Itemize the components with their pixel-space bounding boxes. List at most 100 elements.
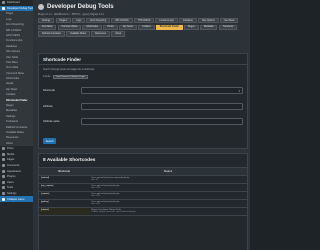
table-row: [gallery] Core: wp-includes/media.php Line…	[39, 199, 247, 208]
sidebar-item-label: Settings	[6, 114, 16, 118]
sidebar-item-label: About	[6, 141, 13, 145]
tab-wp-config[interactable]: WP-CONFIG	[111, 18, 133, 24]
dashboard-icon	[2, 1, 5, 5]
sidebar-item-label: Transients	[6, 120, 19, 124]
tab-about[interactable]: About	[111, 31, 126, 37]
tab-functions-php[interactable]: Functions.php	[155, 18, 178, 24]
sidebar-item-label: Error Reporting	[6, 23, 24, 27]
include-select[interactable]: Limit Parent & Children Pages	[53, 75, 89, 79]
finder-description: Search through posts and pages for a sho…	[43, 68, 95, 71]
table-body: [embed] Core: wp-includes/class-wp-embed.…	[39, 175, 247, 216]
col-source: Source	[89, 168, 247, 176]
search-button[interactable]: Search	[43, 138, 56, 144]
sidebar-item-label: Dashboard	[7, 1, 20, 5]
tab-hooks[interactable]: Hooks	[103, 24, 118, 30]
tab-htaccess[interactable]: HTACCESS	[133, 18, 155, 24]
tab-error-reporting[interactable]: Error Reporting	[86, 18, 111, 24]
tab-plugins[interactable]: Plugins	[55, 18, 72, 24]
page-icon	[2, 158, 5, 162]
sidebar-item-label: User Meta	[6, 55, 18, 59]
shortcode-select[interactable]	[81, 87, 243, 94]
shortcode-cell: [wp_caption]	[39, 183, 89, 192]
source-detail: Line: 2258	[91, 187, 100, 189]
shortcodes-results-panel: 8 Available Shortcodes Shortcode Source …	[38, 153, 248, 250]
sidebar-item-label: Shortcode Finder	[6, 98, 28, 102]
gear-icon	[38, 4, 44, 10]
source-cell: Plugin: Developer Debug Tools Callback: p…	[89, 207, 247, 216]
sidebar-item-label: Users	[7, 180, 14, 184]
tab-transients[interactable]: Transients	[218, 24, 238, 30]
sidebar-item-label: Available Roles	[6, 130, 24, 134]
tools-icon	[2, 6, 5, 10]
sidebar-item-label: Functions.php	[6, 39, 23, 43]
tab-logs[interactable]: Logs	[72, 18, 86, 24]
admin-sidebar: Dashboard Developer Debug Tools Plugin Logs…	[0, 0, 33, 250]
tab-database[interactable]: Database	[179, 18, 197, 24]
sidebar-item-label: Cookies	[6, 93, 16, 97]
sidebar-item-label: Site Options	[6, 50, 21, 54]
source-detail: Line: 2259	[91, 195, 100, 197]
results-heading: 8 Available Shortcodes	[39, 154, 247, 168]
include-label: Include:	[43, 76, 52, 78]
page-title: Developer Debug Tools	[47, 4, 114, 10]
tab-user-meta[interactable]: User Meta	[219, 18, 239, 24]
tab-defined-constants[interactable]: Defined Constants	[38, 31, 65, 37]
tab-metadata[interactable]: Metadata	[199, 24, 218, 30]
sidebar-item-label: Post Meta	[6, 60, 18, 64]
sidebar-item-label: Comment Meta	[6, 71, 24, 75]
tab-site-options[interactable]: Site Options	[198, 18, 219, 24]
plugin-icon	[2, 175, 5, 179]
tab-available-roles[interactable]: Available Roles	[66, 31, 90, 37]
sidebar-item-label: Collapse menu	[7, 197, 25, 201]
sidebar-item-label: Logs	[6, 17, 12, 21]
source-cell: Core: wp-includes/media.php Line: 2475	[89, 199, 247, 208]
sidebar-item-label: Regex	[6, 104, 14, 108]
tab-comment-meta[interactable]: Comment Meta	[57, 24, 82, 30]
shortcode-cell: [embed]	[39, 175, 89, 184]
collapse-icon	[2, 197, 5, 201]
col-shortcode: Shortcode	[39, 168, 89, 176]
attribute-value-input[interactable]	[81, 118, 243, 125]
shortcode-row: Shortcode	[43, 87, 243, 94]
sidebar-item-label: Term Meta	[6, 66, 19, 70]
sidebar-item-label: WP-CONFIG	[6, 28, 22, 32]
sidebar-item-collapse-menu[interactable]: Collapse menu	[0, 196, 33, 202]
tab-bar: Settings Plugins Logs Error Reporting WP-CON…	[38, 18, 248, 37]
main-content: Developer Debug Tools Plugin v2.1.1 · Wo…	[33, 0, 250, 250]
attribute-value-label: Attribute value	[43, 120, 60, 123]
shortcodes-table: Shortcode Source [embed] Core: wp-include…	[39, 168, 247, 216]
sidebar-item-label: Appearance	[7, 169, 21, 173]
attribute-label: Attribute	[43, 105, 53, 108]
source-cell: Core: wp-includes/media.php Line: 2258	[89, 183, 247, 192]
table-row: [wp_caption] Core: wp-includes/media.php L…	[39, 183, 247, 192]
sidebar-item-label: HTACCESS	[6, 33, 20, 37]
sidebar-item-label: Plugin	[6, 12, 14, 16]
table-header-row: Shortcode Source	[39, 168, 247, 176]
source-detail: Line: 2475	[91, 203, 100, 205]
sidebar-item-label: Media	[7, 152, 15, 156]
tab-regex[interactable]: Regex	[184, 24, 199, 30]
source-cell: Core: wp-includes/media.php Line: 2259	[89, 191, 247, 200]
source-detail: Line: 35	[91, 179, 98, 181]
pin-icon	[2, 147, 5, 151]
version-info: Plugin v2.1.1 · WordPress 6.x · PHP 8.1 …	[38, 13, 105, 16]
tab-cookies[interactable]: Cookies	[138, 24, 155, 30]
sidebar-item-label: Settings	[7, 192, 17, 195]
source-cell: Core: wp-includes/class-wp-embed.php Line…	[89, 175, 247, 184]
tab-shortcode-finder[interactable]: Shortcode Finder	[155, 24, 183, 30]
table-row: [playlist] Plugin: Developer Debug Tools C…	[39, 207, 247, 216]
shortcode-cell: [gallery]	[39, 199, 89, 208]
tab-shortcodes[interactable]: Shortcodes	[82, 24, 103, 30]
finder-heading: Shortcode Finder	[39, 54, 247, 65]
sidebar-item-label: Pages	[7, 158, 15, 162]
tab-post-meta[interactable]: Post Meta	[38, 24, 57, 30]
tab-settings[interactable]: Settings	[38, 18, 55, 24]
sidebar-item-label: Defined Constants	[6, 125, 28, 129]
attribute-input[interactable]	[81, 103, 243, 110]
sidebar-item-label: Comments	[7, 164, 20, 168]
brush-icon	[2, 169, 5, 173]
tab-api-tester[interactable]: Api Tester	[118, 24, 138, 30]
sidebar-item-label: Developer Debug Tools	[7, 6, 33, 10]
table-row: [embed] Core: wp-includes/class-wp-embed.…	[39, 175, 247, 184]
tab-resources[interactable]: Resources	[91, 31, 111, 37]
